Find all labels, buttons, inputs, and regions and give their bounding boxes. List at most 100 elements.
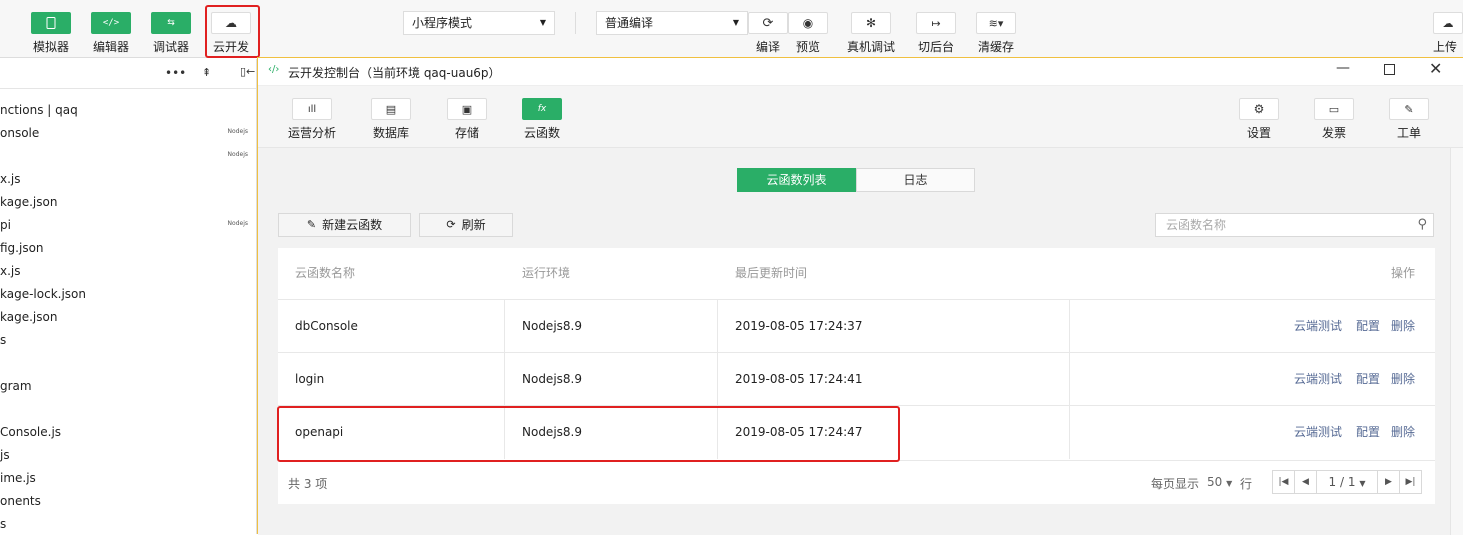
- compile-mode-select[interactable]: 普通编译 ▼: [596, 11, 748, 35]
- table-footer: 共 3 项 每页显示 50 ▼ 行 |◀ ◀ 1 / 1 ▼ ▶ ▶|: [278, 460, 1435, 504]
- tree-item[interactable]: s: [0, 517, 6, 531]
- upload-label: 上传: [1433, 40, 1458, 54]
- tree-item[interactable]: nctions | qaq: [0, 103, 78, 117]
- tab-ticket[interactable]: ✎: [1389, 98, 1429, 120]
- config-link[interactable]: 配置: [1356, 300, 1380, 353]
- first-page-button[interactable]: |◀: [1272, 470, 1295, 494]
- dialog-title: 云开发控制台（当前环境 qaq-uau6p）: [288, 66, 501, 80]
- eye-icon: ◉: [802, 16, 814, 30]
- save-icon: ▣: [461, 102, 473, 116]
- dialog-scrollbar[interactable]: [1450, 148, 1463, 535]
- col-name-header: 云函数名称: [295, 266, 356, 280]
- table-row[interactable]: dbConsole Nodejs8.9 2019-08-05 17:24:37 云端测…: [278, 299, 1435, 353]
- cloud-test-link[interactable]: 云端测试: [1294, 300, 1342, 353]
- per-page-label: 每页显示: [1151, 477, 1200, 491]
- simulator-toggle-button[interactable]: [31, 12, 71, 34]
- bar-chart-icon: ıll: [307, 103, 317, 115]
- segment-function-list[interactable]: 云函数列表: [737, 168, 856, 192]
- panel-toggle-icon[interactable]: ▯←: [240, 65, 255, 78]
- compile-button[interactable]: ⟳: [748, 12, 788, 34]
- segment-logs[interactable]: 日志: [856, 168, 975, 192]
- table-row[interactable]: openapi Nodejs8.9 2019-08-05 17:24:47 云端测试配…: [278, 405, 1435, 459]
- delete-link[interactable]: 删除: [1391, 300, 1415, 353]
- per-page-value: 50: [1207, 475, 1223, 489]
- per-page-select[interactable]: 50 ▼: [1207, 475, 1232, 489]
- mode-select[interactable]: 小程序模式 ▼: [403, 11, 555, 35]
- tree-item[interactable]: ime.js: [0, 471, 36, 485]
- tree-item[interactable]: x.js: [0, 172, 21, 186]
- database-icon: ▤: [385, 102, 397, 116]
- delete-link[interactable]: 删除: [1391, 353, 1415, 406]
- function-name: openapi: [278, 406, 505, 459]
- tab-storage[interactable]: ▣: [447, 98, 487, 120]
- next-page-button[interactable]: ▶: [1377, 470, 1400, 494]
- upload-button[interactable]: ☁: [1433, 12, 1463, 34]
- console-tabbar: ıll 运营分析 ▤ 数据库 ▣ 存储 fx 云函数 ⚙ 设置 ▭ 发票 ✎ 工…: [258, 86, 1463, 148]
- tab-database[interactable]: ▤: [371, 98, 411, 120]
- collapse-icon[interactable]: ⇞: [202, 66, 211, 79]
- cloud-test-link[interactable]: 云端测试: [1294, 353, 1342, 406]
- tab-cloud-functions[interactable]: fx: [522, 98, 562, 120]
- col-runtime-header: 运行环境: [522, 266, 571, 280]
- tree-item[interactable]: js: [0, 448, 10, 462]
- editor-toggle-button[interactable]: </>: [91, 12, 131, 34]
- tab-invoice[interactable]: ▭: [1314, 98, 1354, 120]
- function-updated: 2019-08-05 17:24:47: [718, 406, 1070, 459]
- page-select[interactable]: 1 / 1 ▼: [1316, 470, 1378, 494]
- search-icon[interactable]: ⚲: [1417, 214, 1427, 236]
- tab-analytics[interactable]: ıll: [292, 98, 332, 120]
- remote-debug-button[interactable]: ✻: [851, 12, 891, 34]
- cloud-code-icon: ‹/›: [268, 64, 280, 75]
- cloud-console-dialog: ‹/› 云开发控制台（当前环境 qaq-uau6p） — ✕ ıll 运营分析 …: [257, 57, 1463, 535]
- layers-icon: ≋▾: [988, 16, 1004, 30]
- nodejs-badge-icon: Nodejs: [227, 151, 248, 158]
- tree-item[interactable]: x.js: [0, 264, 21, 278]
- tree-item[interactable]: kage-lock.json: [0, 287, 86, 301]
- dialog-titlebar: ‹/› 云开发控制台（当前环境 qaq-uau6p） — ✕: [258, 58, 1463, 86]
- last-page-icon: ▶|: [1405, 477, 1416, 487]
- preview-button[interactable]: ◉: [788, 12, 828, 34]
- last-page-button[interactable]: ▶|: [1399, 470, 1422, 494]
- function-runtime: Nodejs8.9: [505, 406, 718, 459]
- next-icon: ▶: [1385, 477, 1392, 487]
- cloud-dev-button[interactable]: ☁: [211, 12, 251, 34]
- tree-item[interactable]: onents: [0, 494, 41, 508]
- tree-item[interactable]: Console.js: [0, 425, 61, 439]
- debugger-toggle-button[interactable]: ⇆: [151, 12, 191, 34]
- tree-item[interactable]: s: [0, 333, 6, 347]
- cloud-test-link[interactable]: 云端测试: [1294, 406, 1342, 459]
- switch-background-icon: ↦: [931, 16, 941, 30]
- function-runtime: Nodejs8.9: [505, 353, 718, 406]
- config-link[interactable]: 配置: [1356, 353, 1380, 406]
- file-tree-panel: ••• ⇞ ▯← nctions | qaq onsole x.js kage.jso…: [0, 59, 257, 534]
- table-row[interactable]: login Nodejs8.9 2019-08-05 17:24:41 云端测试 配置删…: [278, 352, 1435, 406]
- tree-item[interactable]: gram: [0, 379, 32, 393]
- function-search-input[interactable]: 云函数名称 ⚲: [1155, 213, 1434, 237]
- minimize-icon[interactable]: —: [1336, 60, 1350, 76]
- maximize-icon[interactable]: [1384, 64, 1395, 75]
- background-label: 切后台: [917, 40, 954, 54]
- more-icon[interactable]: •••: [165, 66, 186, 80]
- code-icon: </>: [102, 18, 120, 28]
- tree-item[interactable]: kage.json: [0, 195, 57, 209]
- mode-select-value: 小程序模式: [412, 16, 473, 30]
- tree-item[interactable]: fig.json: [0, 241, 44, 255]
- refresh-button[interactable]: ⟳ 刷新: [419, 213, 513, 237]
- tree-item[interactable]: pi: [0, 218, 11, 232]
- background-button[interactable]: ↦: [916, 12, 956, 34]
- tree-item[interactable]: kage.json: [0, 310, 57, 324]
- functions-table: 云函数名称 运行环境 最后更新时间 操作 dbConsole Nodejs8.9 2…: [278, 248, 1435, 504]
- config-link[interactable]: 配置: [1356, 406, 1380, 459]
- per-page-suffix: 行: [1240, 477, 1253, 491]
- bug-icon: ✻: [865, 16, 877, 30]
- new-function-button[interactable]: ✎ 新建云函数: [278, 213, 411, 237]
- function-updated: 2019-08-05 17:24:41: [718, 353, 1070, 406]
- clear-cache-button[interactable]: ≋▾: [976, 12, 1016, 34]
- delete-link[interactable]: 删除: [1391, 406, 1415, 459]
- tab-settings[interactable]: ⚙: [1239, 98, 1279, 120]
- nodejs-badge-icon: Nodejs: [227, 220, 248, 227]
- close-icon[interactable]: ✕: [1429, 59, 1442, 78]
- tree-item[interactable]: onsole: [0, 126, 39, 140]
- prev-icon: ◀: [1302, 477, 1309, 487]
- prev-page-button[interactable]: ◀: [1294, 470, 1317, 494]
